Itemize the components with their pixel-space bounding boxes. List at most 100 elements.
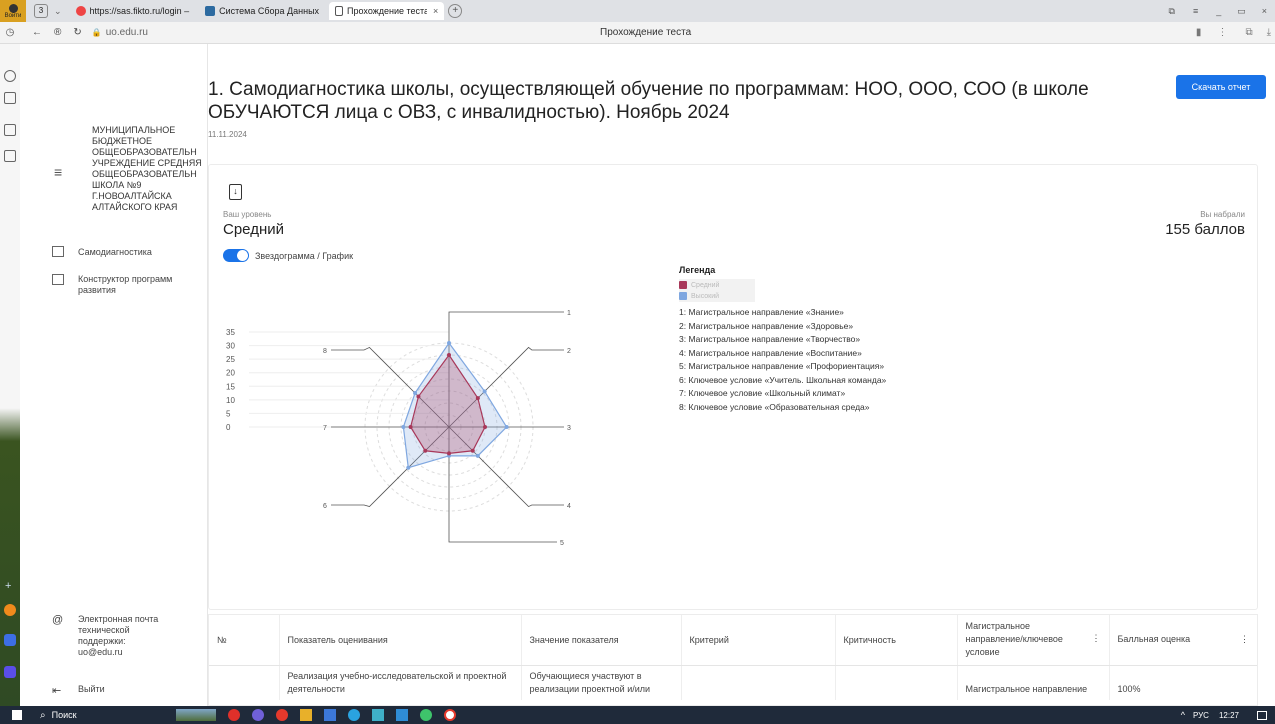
level-caption: Ваш уровень — [223, 210, 272, 219]
tab-label: Система Сбора Данных — [219, 6, 320, 16]
col-value[interactable]: Значение показателя — [521, 615, 682, 666]
legend-series-box: Средний Высокий — [679, 279, 755, 302]
col-direction[interactable]: Магистральное направление/ключевое услов… — [957, 615, 1110, 666]
col-criterion[interactable]: Критерий — [681, 615, 836, 666]
download-icon[interactable]: ⤓ — [1267, 27, 1271, 38]
taskbar-app-icon[interactable] — [251, 709, 264, 721]
legend-series-medium: Средний — [679, 281, 755, 289]
tab-label: Прохождение теста — [347, 6, 428, 16]
toggle-switch[interactable] — [223, 249, 249, 262]
notifications-icon[interactable] — [1257, 710, 1267, 720]
maximize-icon[interactable]: ▭ — [1237, 6, 1246, 17]
taskbar-app-icon[interactable] — [371, 709, 384, 721]
taskbar-app-icon[interactable] — [347, 709, 360, 721]
series-point — [483, 425, 487, 429]
taskbar-search-label[interactable]: Поиск — [52, 710, 162, 720]
legend-swatch — [679, 292, 687, 300]
result-card: ↓ Ваш уровень Средний Вы набрали 155 бал… — [208, 164, 1258, 610]
tab-label: https://sas.fikto.ru/login – — [89, 6, 190, 16]
col-number[interactable]: № — [209, 615, 280, 666]
taskbar-opera-icon[interactable] — [227, 709, 240, 721]
sidebar-item-selfdiagnostics[interactable]: Самодиагностика — [52, 246, 152, 257]
address-text[interactable]: uo.edu.ru — [106, 27, 148, 38]
logout-button[interactable]: ⇤ Выйти — [52, 684, 105, 697]
sidebar-menu-icon[interactable]: ≡ — [54, 164, 62, 180]
legend-item: 5: Магистральное направление «Профориент… — [679, 361, 885, 371]
panel-app-violet-icon[interactable] — [4, 666, 16, 678]
col-criticality[interactable]: Критичность — [835, 615, 958, 666]
axis-label: 3 — [567, 425, 571, 432]
y-tick-label: 30 — [226, 342, 235, 351]
axis-label: 1 — [567, 310, 571, 317]
taskbar-yandex-icon[interactable] — [275, 709, 288, 721]
close-window-icon[interactable]: × — [1262, 6, 1267, 16]
tab-collections-icon[interactable]: ⧉ — [1169, 6, 1175, 17]
table-row[interactable]: Реализация учебно-исследовательской и пр… — [209, 665, 1257, 700]
tray-chevron-icon[interactable]: ^ — [1181, 710, 1185, 720]
column-menu-icon[interactable]: ⋮ — [1240, 634, 1249, 645]
series-point — [416, 394, 421, 399]
panel-app-blue-icon[interactable] — [4, 634, 16, 646]
panel-play-icon[interactable] — [4, 70, 16, 82]
reload-icon[interactable]: ↻ — [73, 27, 81, 38]
tray-time[interactable]: 12:27 — [1219, 711, 1239, 720]
y-tick-label: 15 — [226, 382, 235, 391]
tab-counter[interactable]: 3 — [34, 4, 48, 18]
cell-score: 100% — [1117, 683, 1141, 694]
windows-start-icon[interactable] — [12, 710, 22, 720]
browser-menu-icon[interactable]: ≡ — [1193, 6, 1198, 16]
series-point — [447, 341, 451, 345]
tab-fikto[interactable]: https://sas.fikto.ru/login – — [70, 2, 196, 20]
address-bar-row: ◷ ← ® ↻ 🔒 uo.edu.ru Прохождение теста ▮ … — [0, 22, 1275, 44]
download-report-button[interactable]: Скачать отчет — [1176, 75, 1266, 99]
profile-button[interactable]: Войти — [0, 0, 26, 22]
tab-test[interactable]: Прохождение теста × — [329, 2, 445, 20]
column-menu-icon[interactable]: ⋮ — [1092, 632, 1101, 645]
chart-toggle[interactable]: Звездограмма / График — [223, 249, 353, 262]
back-icon[interactable]: ← — [32, 27, 42, 38]
taskbar-app-icon[interactable] — [299, 709, 312, 721]
taskbar-search-icon[interactable]: ⌕ — [40, 710, 46, 721]
extensions-icon[interactable]: ⧉ — [1245, 27, 1252, 38]
series-point — [406, 465, 411, 470]
legend-series-high: Высокий — [679, 292, 755, 300]
history-icon[interactable]: ◷ — [0, 27, 20, 38]
panel-tabs-icon[interactable] — [4, 92, 16, 104]
more-icon[interactable]: ⋮ — [1217, 27, 1227, 38]
col-score[interactable]: Балльная оценка ⋮ — [1109, 615, 1257, 666]
taskbar-app-icon[interactable] — [419, 709, 432, 721]
series-point — [447, 451, 451, 456]
cell-criterion — [681, 665, 836, 700]
at-icon: @ — [52, 614, 64, 626]
panel-add-icon[interactable]: + — [5, 580, 11, 592]
panel-app-orange-icon[interactable] — [4, 604, 16, 616]
tab-list-chevron-icon[interactable]: ⌄ — [54, 6, 62, 17]
sidebar-item-constructor[interactable]: Конструктор программ развития — [52, 274, 178, 296]
support-email[interactable]: @ Электронная почта технической поддержк… — [52, 614, 164, 658]
y-tick-label: 35 — [226, 328, 235, 337]
taskbar-app-icon[interactable] — [395, 709, 408, 721]
legend-series-label: Высокий — [691, 292, 720, 300]
tab-close-icon[interactable]: × — [433, 6, 438, 16]
col-indicator[interactable]: Показатель оценивания — [279, 615, 522, 666]
taskbar-yandex-browser-icon[interactable] — [443, 709, 456, 721]
series-point — [447, 353, 451, 357]
browser-side-panel: + — [0, 44, 20, 706]
legend-item: 6: Ключевое условие «Учитель. Школьная к… — [679, 374, 887, 385]
new-tab-button[interactable]: + — [448, 4, 463, 18]
document-download-icon[interactable]: ↓ — [229, 184, 242, 200]
legend-swatch — [679, 281, 687, 289]
minimize-icon[interactable]: _ — [1216, 6, 1221, 16]
taskbar-app-icon[interactable] — [323, 709, 336, 721]
panel-notes-icon[interactable] — [4, 124, 16, 136]
panel-messenger-icon[interactable] — [4, 150, 16, 162]
tray-lang[interactable]: РУС — [1193, 711, 1209, 720]
taskbar-weather-icon[interactable] — [175, 709, 216, 721]
series-point — [475, 453, 480, 458]
axis-label: 4 — [567, 503, 571, 510]
tab-data-system[interactable]: Система Сбора Данных — [199, 2, 325, 20]
bookmark-icon[interactable]: ▮ — [1196, 27, 1202, 38]
legend-items: 1: Магистральное направление «Знание» 2: … — [679, 306, 979, 414]
yandex-protect-icon[interactable]: ® — [54, 27, 61, 38]
test-date: 11.11.2024 — [208, 130, 247, 139]
